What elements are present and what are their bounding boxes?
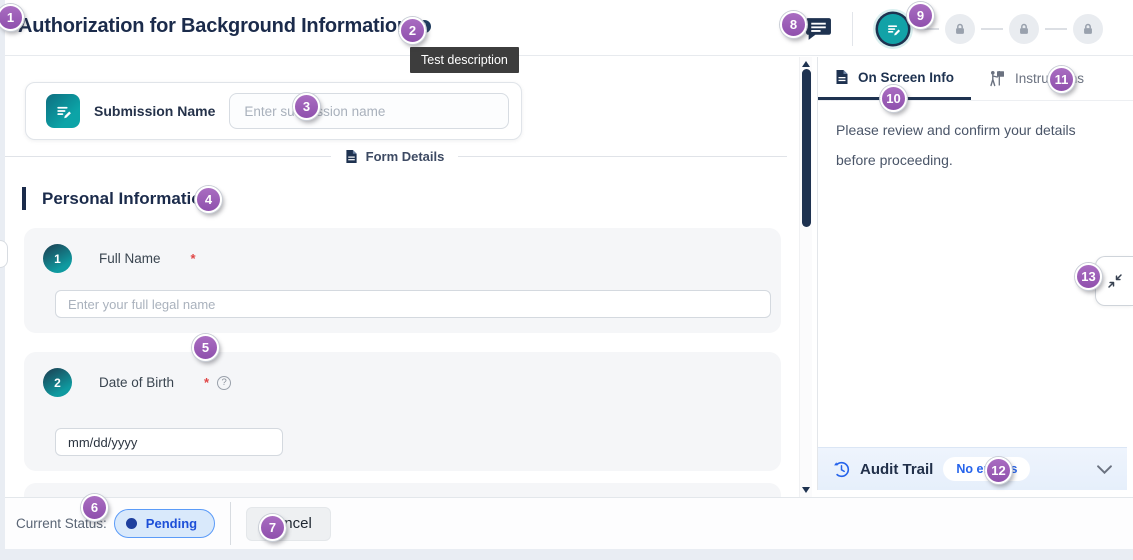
section-header: Personal Information (22, 187, 212, 210)
section-accent-bar (22, 187, 26, 210)
lock-icon (956, 23, 964, 34)
app-window: Authorization for Background Information… (0, 0, 1133, 560)
header-divider (852, 12, 853, 46)
chat-icon (806, 17, 831, 40)
annotation-badge-6: 6 (81, 494, 108, 521)
required-asterisk: * (204, 375, 210, 390)
step-3-locked[interactable] (1009, 14, 1039, 44)
field-number-badge: 1 (43, 244, 72, 273)
title-row: Authorization for Background Information… (18, 15, 431, 38)
form-scrollbar[interactable] (799, 57, 812, 497)
tooltip: Test description (410, 47, 519, 73)
required-asterisk: * (190, 251, 196, 266)
divider-line (2, 155, 331, 157)
scrollbar-thumb[interactable] (802, 69, 811, 227)
page-title: Authorization for Background Information (18, 15, 409, 37)
document-icon (836, 70, 848, 84)
annotation-badge-3: 3 (293, 93, 320, 120)
scrollbar-down-arrow[interactable] (802, 487, 810, 493)
field-label: Full Name (99, 251, 161, 266)
annotation-badge-11: 11 (1048, 66, 1075, 93)
audit-trail-label: Audit Trail (860, 460, 934, 478)
annotation-badge-7: 7 (259, 514, 286, 541)
status-value: Pending (145, 516, 198, 531)
annotation-badge-2: 2 (399, 17, 426, 44)
audit-trail-bar[interactable]: Audit Trail No entries (818, 447, 1127, 490)
divider-label: Form Details (345, 148, 445, 164)
window-edge-left (0, 0, 5, 560)
history-icon (834, 461, 850, 477)
field-head: 1 Full Name * (43, 244, 196, 273)
form-edit-icon (46, 94, 80, 128)
header-toolbar (805, 10, 1103, 48)
step-4-locked[interactable] (1073, 14, 1103, 44)
annotation-badge-13: 13 (1075, 263, 1102, 290)
step-2-locked[interactable] (945, 14, 975, 44)
left-panel-handle[interactable] (0, 240, 8, 268)
step-1-active[interactable] (878, 14, 908, 44)
form-details-divider: Form Details (2, 145, 787, 167)
divider-text: Form Details (365, 148, 445, 164)
tab-label: On Screen Info (858, 69, 955, 85)
panel-body-text: Please review and confirm your details b… (836, 122, 1076, 168)
scrollbar-up-arrow[interactable] (802, 61, 810, 67)
annotation-badge-12: 12 (985, 457, 1012, 484)
annotation-badge-4: 4 (195, 186, 222, 213)
section-title: Personal Information (42, 188, 213, 208)
step-connector (981, 28, 1003, 30)
bottom-action-bar: Current Status: Pending Cancel (0, 497, 1133, 549)
instructions-icon (990, 71, 1005, 87)
panel-tab-bar: On Screen Info Instructions (818, 57, 1133, 101)
field-head: 2 Date of Birth * ? (43, 368, 232, 397)
field-number-badge: 2 (43, 368, 72, 397)
field-card-partial (24, 483, 781, 497)
field-card-full-name: 1 Full Name * (24, 228, 781, 333)
status-dot-icon (125, 518, 137, 529)
submission-name-card: Submission Name (25, 82, 522, 140)
collapse-arrows-icon (1107, 274, 1122, 288)
footer-divider (230, 502, 232, 545)
full-name-input[interactable] (55, 290, 771, 318)
form-edit-icon (887, 24, 900, 35)
divider-line (458, 155, 787, 157)
chevron-down-icon[interactable] (1097, 464, 1112, 474)
dob-input[interactable] (55, 428, 283, 456)
status-badge: Pending (113, 509, 216, 538)
tab-instructions[interactable]: Instructions (971, 57, 1101, 100)
annotation-badge-9: 9 (907, 2, 934, 29)
document-icon (346, 149, 357, 163)
help-icon[interactable]: ? (217, 375, 232, 390)
window-edge-bottom (0, 549, 1133, 560)
top-header: Authorization for Background Information… (0, 0, 1133, 56)
field-label: Date of Birth (99, 375, 175, 390)
step-connector (1045, 28, 1067, 30)
lock-icon (1020, 23, 1028, 34)
annotation-badge-5: 5 (192, 334, 219, 361)
submission-name-label: Submission Name (94, 103, 216, 119)
lock-icon (1084, 23, 1092, 34)
submission-name-input[interactable] (229, 93, 509, 129)
comments-button[interactable] (805, 17, 832, 42)
annotation-badge-8: 8 (780, 11, 807, 38)
field-card-date-of-birth: 2 Date of Birth * ? (24, 352, 781, 471)
annotation-badge-10: 10 (880, 85, 907, 112)
form-area: Submission Name Form Details Personal In… (0, 57, 799, 497)
